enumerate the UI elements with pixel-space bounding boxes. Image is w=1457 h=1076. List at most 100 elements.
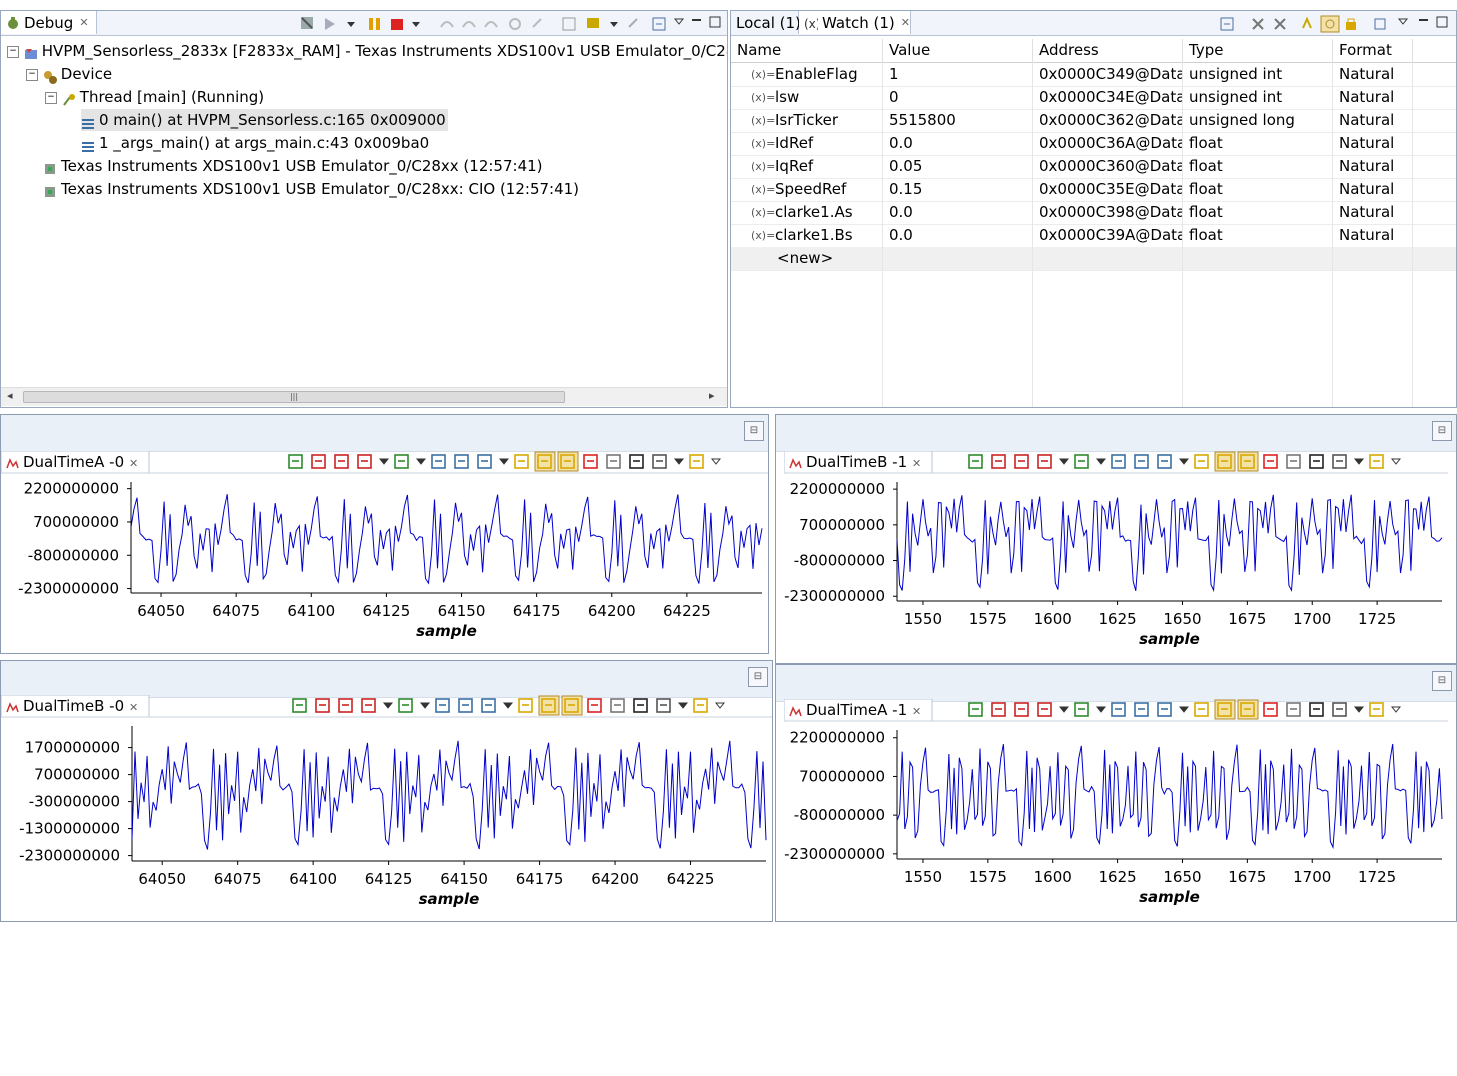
- properties-icon[interactable]: [1286, 702, 1301, 717]
- tree-item-emulator-cio[interactable]: Texas Instruments XDS100v1 USB Emulator_…: [43, 178, 579, 200]
- pause-icon[interactable]: [693, 698, 708, 713]
- chevron-down-icon[interactable]: [498, 458, 510, 465]
- clear-icon[interactable]: [587, 698, 602, 713]
- zoom-fit-icon[interactable]: [1157, 702, 1172, 717]
- clear-icon[interactable]: [1263, 702, 1278, 717]
- chart-svg[interactable]: DualTimeB -1 ✕ 2200000000 700000000 -8000000…: [783, 450, 1448, 661]
- close-icon[interactable]: ✕: [129, 457, 138, 470]
- chevron-down-icon[interactable]: [502, 702, 514, 709]
- chevron-down-icon[interactable]: [378, 458, 390, 465]
- zoom-fit-icon[interactable]: [481, 698, 496, 713]
- chevron-down-icon[interactable]: [1353, 458, 1365, 465]
- properties-icon[interactable]: [610, 698, 625, 713]
- chart-svg[interactable]: DualTimeA -1 ✕ 2200000000 700000000 -8000000…: [783, 698, 1448, 919]
- zoom-in-icon[interactable]: [431, 454, 446, 469]
- scroll-right-icon[interactable]: ▸: [709, 389, 715, 402]
- auto-scale-icon[interactable]: [1237, 451, 1259, 472]
- remove-measurement-icon[interactable]: [1014, 454, 1029, 469]
- auto-scale-icon[interactable]: [561, 695, 583, 716]
- chevron-down-icon[interactable]: [415, 458, 427, 465]
- add-cursor-icon[interactable]: [1074, 454, 1089, 469]
- chevron-down-icon[interactable]: [1095, 458, 1107, 465]
- close-icon[interactable]: ✕: [901, 16, 910, 29]
- add-measurement-icon[interactable]: [991, 702, 1006, 717]
- zoom-range-icon[interactable]: [1037, 702, 1052, 717]
- refresh-icon[interactable]: [1194, 702, 1209, 717]
- export-icon[interactable]: [656, 698, 671, 713]
- properties-icon[interactable]: [606, 454, 621, 469]
- reset-graph-icon[interactable]: [968, 702, 983, 717]
- continuous-refresh-icon[interactable]: [1214, 699, 1236, 720]
- continuous-refresh-icon[interactable]: [538, 695, 560, 716]
- tab-debug[interactable]: Debug ✕: [1, 11, 97, 34]
- collapse-icon[interactable]: −: [26, 68, 38, 81]
- close-icon[interactable]: ✕: [129, 701, 138, 714]
- collapse-icon[interactable]: −: [7, 45, 19, 58]
- close-icon[interactable]: ✕: [79, 16, 88, 29]
- add-cursor-icon[interactable]: [394, 454, 409, 469]
- zoom-in-icon[interactable]: [1111, 702, 1126, 717]
- horizontal-scrollbar[interactable]: ◂ ||| ▸: [1, 387, 727, 406]
- chart-svg[interactable]: DualTimeA -0 ✕ 2200000000 700000000 -8000000…: [0, 450, 768, 653]
- zoom-out-icon[interactable]: [1134, 454, 1149, 469]
- col-name-header[interactable]: Name: [731, 39, 883, 62]
- binoculars-icon[interactable]: [633, 698, 648, 713]
- chevron-down-icon[interactable]: [382, 702, 394, 709]
- chevron-down-icon[interactable]: [1058, 706, 1070, 713]
- binoculars-icon[interactable]: [1309, 702, 1324, 717]
- tree-item-frame-0[interactable]: 0 main() at HVPM_Sensorless.c:165 0x0090…: [81, 109, 448, 131]
- collapse-icon[interactable]: −: [45, 91, 57, 104]
- remove-measurement-icon[interactable]: [334, 454, 349, 469]
- tree-item-frame-1[interactable]: 1 _args_main() at args_main.c:43 0x009ba…: [81, 132, 429, 154]
- chevron-down-icon[interactable]: [1178, 706, 1190, 713]
- auto-scale-icon[interactable]: [1237, 699, 1259, 720]
- zoom-fit-icon[interactable]: [477, 454, 492, 469]
- remove-measurement-icon[interactable]: [1014, 702, 1029, 717]
- properties-icon[interactable]: [1286, 454, 1301, 469]
- add-measurement-icon[interactable]: [991, 454, 1006, 469]
- minimize-icon[interactable]: ⊟: [744, 421, 764, 441]
- tab-local[interactable]: Local (1): [731, 11, 801, 34]
- chevron-down-icon[interactable]: [1095, 706, 1107, 713]
- export-icon[interactable]: [1332, 454, 1347, 469]
- pause-icon[interactable]: [1369, 454, 1384, 469]
- pause-icon[interactable]: [689, 454, 704, 469]
- continuous-refresh-icon[interactable]: [1214, 451, 1236, 472]
- zoom-out-icon[interactable]: [454, 454, 469, 469]
- chevron-down-icon[interactable]: [419, 702, 431, 709]
- scrollbar-thumb[interactable]: |||: [23, 391, 565, 403]
- add-measurement-icon[interactable]: [315, 698, 330, 713]
- tab-graph[interactable]: DualTimeB -0 ✕: [0, 694, 150, 718]
- chevron-down-icon[interactable]: [677, 702, 689, 709]
- remove-measurement-icon[interactable]: [338, 698, 353, 713]
- continuous-refresh-icon[interactable]: [534, 451, 556, 472]
- clear-icon[interactable]: [1263, 454, 1278, 469]
- close-icon[interactable]: ✕: [912, 705, 921, 718]
- view-menu-icon[interactable]: [714, 702, 726, 709]
- zoom-fit-icon[interactable]: [1157, 454, 1172, 469]
- refresh-icon[interactable]: [1194, 454, 1209, 469]
- zoom-range-icon[interactable]: [1037, 454, 1052, 469]
- zoom-range-icon[interactable]: [357, 454, 372, 469]
- view-menu-icon[interactable]: [710, 458, 722, 465]
- view-menu-icon[interactable]: [1390, 706, 1402, 713]
- scroll-left-icon[interactable]: ◂: [7, 389, 13, 402]
- zoom-in-icon[interactable]: [435, 698, 450, 713]
- chevron-down-icon[interactable]: [1353, 706, 1365, 713]
- auto-scale-icon[interactable]: [557, 451, 579, 472]
- pause-icon[interactable]: [1369, 702, 1384, 717]
- add-cursor-icon[interactable]: [1074, 702, 1089, 717]
- minimize-icon[interactable]: ⊟: [1432, 671, 1452, 691]
- zoom-out-icon[interactable]: [1134, 702, 1149, 717]
- add-measurement-icon[interactable]: [311, 454, 326, 469]
- chevron-down-icon[interactable]: [1058, 458, 1070, 465]
- binoculars-icon[interactable]: [1309, 454, 1324, 469]
- zoom-range-icon[interactable]: [361, 698, 376, 713]
- chart-svg[interactable]: DualTimeB -0 ✕ 1700000000 700000000 -3000000…: [0, 694, 772, 921]
- reset-graph-icon[interactable]: [288, 454, 303, 469]
- col-address-header[interactable]: Address: [1033, 39, 1183, 62]
- col-value-header[interactable]: Value: [883, 39, 1033, 62]
- tree-item-device[interactable]: − Device: [26, 63, 112, 85]
- minimize-icon[interactable]: ⊟: [1432, 421, 1452, 441]
- tab-graph[interactable]: DualTimeA -1 ✕: [783, 698, 933, 722]
